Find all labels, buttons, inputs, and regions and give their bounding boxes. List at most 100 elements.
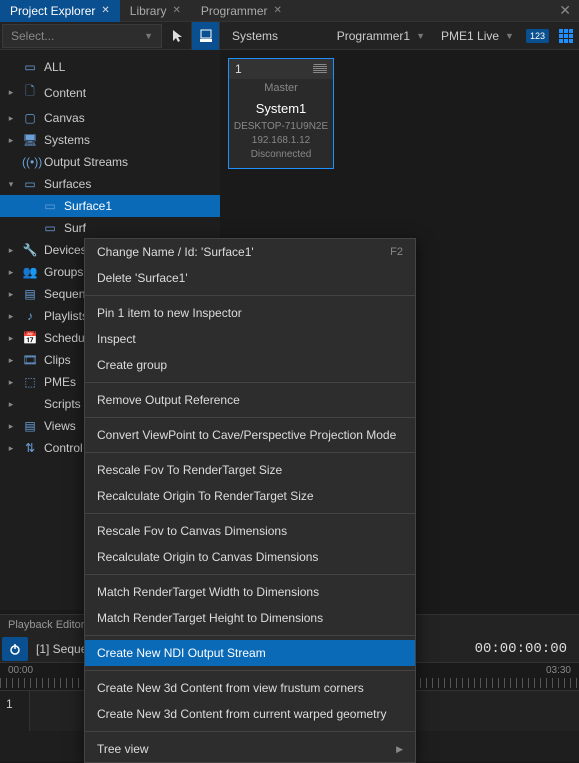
select-dropdown[interactable]: Select... ▼ [2, 24, 162, 48]
separator [85, 574, 415, 575]
expander-icon[interactable]: ▸ [6, 245, 16, 256]
tab-programmer[interactable]: Programmer ✕ [191, 0, 292, 22]
badge-123[interactable]: 123 [526, 29, 549, 43]
tree-label: Content [44, 86, 86, 100]
tree-label: Views [44, 419, 76, 433]
tree-label: Control [44, 441, 83, 455]
menu-label: Match RenderTarget Width to Dimensions [97, 585, 319, 599]
context-menu-item[interactable]: Pin 1 item to new Inspector [85, 300, 415, 326]
expander-icon[interactable]: ▸ [6, 135, 16, 146]
dropdown-label: Programmer1 [337, 29, 410, 43]
tree-label: Canvas [44, 111, 85, 125]
tab-project-explorer[interactable]: Project Explorer ✕ [0, 0, 120, 22]
system-name: System1 [229, 97, 333, 120]
system-tool[interactable] [192, 22, 220, 50]
context-menu-item[interactable]: Rescale Fov To RenderTarget Size [85, 457, 415, 483]
tree-label: Groups [44, 265, 83, 279]
context-menu-item[interactable]: Remove Output Reference [85, 387, 415, 413]
system-card[interactable]: 1 Master System1 DESKTOP-71U9N2E 192.168… [228, 58, 334, 169]
context-menu-item[interactable]: Match RenderTarget Height to Dimensions [85, 605, 415, 631]
expander-icon[interactable]: ▸ [6, 421, 16, 432]
pmes-icon: ⬚ [22, 375, 38, 389]
tab-library[interactable]: Library ✕ [120, 0, 191, 22]
close-icon[interactable]: ✕ [101, 5, 109, 16]
separator [85, 452, 415, 453]
tree-item-surfaces[interactable]: ▾▭Surfaces [0, 173, 220, 195]
context-menu-item[interactable]: Create group [85, 352, 415, 378]
expander-icon[interactable]: ▸ [6, 267, 16, 278]
expander-icon[interactable]: ▸ [6, 399, 16, 410]
surface-icon: ▭ [42, 221, 58, 235]
track-number[interactable]: 1 [0, 691, 30, 731]
menu-label: Create group [97, 358, 167, 372]
tree-item-canvas[interactable]: ▸▢Canvas [0, 107, 220, 129]
programmer-dropdown[interactable]: Programmer1 ▼ [329, 29, 433, 43]
window-close-icon[interactable]: ✕ [551, 2, 579, 19]
menu-label: Convert ViewPoint to Cave/Perspective Pr… [97, 428, 396, 442]
separator [85, 295, 415, 296]
tree-child-surface[interactable]: ▭ Surf [0, 217, 220, 239]
context-menu-item[interactable]: Recalculate Origin To RenderTarget Size [85, 483, 415, 509]
clips-icon: 🎞 [22, 353, 38, 367]
context-menu-item[interactable]: Rescale Fov to Canvas Dimensions [85, 518, 415, 544]
context-menu: Change Name / Id: 'Surface1'F2Delete 'Su… [84, 238, 416, 763]
expander-icon[interactable]: ▸ [6, 443, 16, 454]
ruler-tick: 00:00 [8, 665, 33, 676]
cursor-tool[interactable] [164, 22, 192, 50]
tab-strip: Project Explorer ✕ Library ✕ Programmer … [0, 0, 579, 22]
context-menu-item[interactable]: Match RenderTarget Width to Dimensions [85, 579, 415, 605]
context-menu-item[interactable]: Create New 3d Content from current warpe… [85, 701, 415, 727]
tree-label: ALL [44, 60, 65, 74]
panel-label: Systems [220, 29, 290, 43]
expander-icon[interactable]: ▸ [6, 113, 16, 124]
context-menu-item[interactable]: Tree view▶ [85, 736, 415, 762]
devices-icon: 🔧 [22, 243, 38, 257]
expander-icon[interactable]: ▸ [6, 289, 16, 300]
separator [85, 731, 415, 732]
menu-label: Rescale Fov to Canvas Dimensions [97, 524, 287, 538]
sequences-icon: ▤ [22, 287, 38, 301]
timecode: 00:00:00:00 [463, 641, 579, 657]
tree-child-surface[interactable]: ▭Surface1 [0, 195, 220, 217]
tree-label: Devices [44, 243, 87, 257]
expander-icon[interactable]: ▸ [6, 311, 16, 322]
tree-label: Surf [64, 221, 86, 235]
close-icon[interactable]: ✕ [274, 5, 282, 16]
expander-icon[interactable]: ▸ [6, 355, 16, 366]
schedules-icon: 📅 [22, 331, 38, 345]
surfaces-icon: ▭ [22, 177, 38, 191]
tree-item-systems[interactable]: ▸🖥Systems [0, 129, 220, 151]
controls-icon: ⇅ [22, 441, 38, 455]
tree-item-streams[interactable]: ((•))Output Streams [0, 151, 220, 173]
expander-icon[interactable]: ▸ [6, 87, 16, 98]
menu-label: Remove Output Reference [97, 393, 240, 407]
chevron-down-icon: ▼ [505, 31, 514, 41]
context-menu-item[interactable]: Create New 3d Content from view frustum … [85, 675, 415, 701]
tree-item-content[interactable]: ▸🗋Content [0, 78, 220, 107]
tree-label: PMEs [44, 375, 76, 389]
context-menu-item[interactable]: Delete 'Surface1' [85, 265, 415, 291]
tab-label: Project Explorer [10, 4, 95, 18]
disk-icon [313, 64, 327, 74]
expander-icon[interactable]: ▸ [6, 377, 16, 388]
context-menu-item[interactable]: Convert ViewPoint to Cave/Perspective Pr… [85, 422, 415, 448]
system-ip: 192.168.1.12 [229, 134, 333, 148]
grid-view-icon[interactable] [559, 29, 573, 43]
menu-label: Pin 1 item to new Inspector [97, 306, 242, 320]
tree-all[interactable]: ▭ ALL [0, 56, 220, 78]
tree-label: Playlists [44, 309, 88, 323]
context-menu-item[interactable]: Inspect [85, 326, 415, 352]
context-menu-item[interactable]: Change Name / Id: 'Surface1'F2 [85, 239, 415, 265]
menu-label: Create New 3d Content from current warpe… [97, 707, 386, 721]
surface-icon: ▭ [42, 199, 58, 213]
menu-label: Recalculate Origin to Canvas Dimensions [97, 550, 318, 564]
power-button[interactable] [2, 637, 28, 661]
context-menu-item[interactable]: Create New NDI Output Stream [85, 640, 415, 666]
separator [85, 670, 415, 671]
context-menu-item[interactable]: Recalculate Origin to Canvas Dimensions [85, 544, 415, 570]
pme-dropdown[interactable]: PME1 Live ▼ [433, 29, 522, 43]
expander-icon[interactable]: ▾ [6, 179, 16, 190]
menu-label: Recalculate Origin To RenderTarget Size [97, 489, 314, 503]
close-icon[interactable]: ✕ [172, 5, 180, 16]
expander-icon[interactable]: ▸ [6, 333, 16, 344]
